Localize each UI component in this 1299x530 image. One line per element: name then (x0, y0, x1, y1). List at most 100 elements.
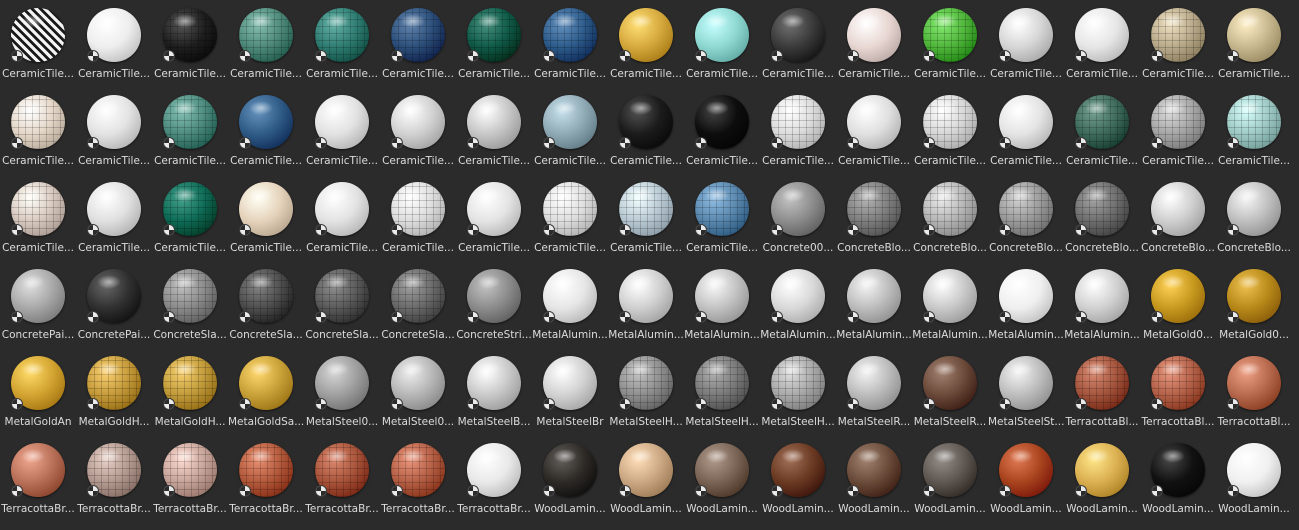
asset-item[interactable]: CeramicTile... (1140, 87, 1216, 173)
asset-item[interactable]: CeramicTile... (836, 87, 912, 173)
asset-item[interactable]: MetalGoldH... (152, 348, 228, 434)
asset-item[interactable]: TerracottaBr... (228, 435, 304, 521)
asset-item[interactable]: MetalGoldAn (0, 348, 76, 434)
asset-item[interactable]: MetalSteelR... (912, 348, 988, 434)
asset-item[interactable]: CeramicTile... (1216, 87, 1292, 173)
asset-item[interactable]: MetalSteelH... (760, 348, 836, 434)
asset-item[interactable]: CeramicTile... (532, 174, 608, 260)
asset-item[interactable]: ConcreteBlo... (988, 174, 1064, 260)
asset-item[interactable]: CeramicTile... (1064, 0, 1140, 86)
asset-item[interactable]: CeramicTile... (684, 0, 760, 86)
asset-item[interactable]: WoodLamin... (1140, 435, 1216, 521)
asset-item[interactable]: ConcreteBlo... (1216, 174, 1292, 260)
asset-item[interactable]: TerracottaBr... (456, 435, 532, 521)
asset-item[interactable]: TerracottaBl... (1064, 348, 1140, 434)
asset-item[interactable]: CeramicTile... (0, 174, 76, 260)
asset-item[interactable]: MetalSteel0... (304, 348, 380, 434)
asset-item[interactable]: CeramicTile... (1216, 0, 1292, 86)
asset-item[interactable]: WoodLamin... (760, 435, 836, 521)
asset-item[interactable]: ConcreteSla... (152, 261, 228, 347)
asset-item[interactable]: MetalAlumin... (1064, 261, 1140, 347)
asset-item[interactable]: CeramicTile... (532, 87, 608, 173)
asset-item[interactable]: CeramicTile... (1140, 0, 1216, 86)
asset-item[interactable]: CeramicTile... (228, 0, 304, 86)
asset-item[interactable]: CeramicTile... (988, 0, 1064, 86)
asset-item[interactable]: WoodLamin... (1064, 435, 1140, 521)
asset-item[interactable]: TerracottaBr... (380, 435, 456, 521)
asset-item[interactable]: WoodLamin... (836, 435, 912, 521)
asset-item[interactable]: CeramicTile... (152, 87, 228, 173)
asset-item[interactable]: TerracottaBr... (152, 435, 228, 521)
asset-item[interactable]: CeramicTile... (456, 174, 532, 260)
asset-item[interactable]: WoodLamin... (684, 435, 760, 521)
asset-item[interactable]: CeramicTile... (456, 87, 532, 173)
asset-item[interactable]: CeramicTile... (380, 0, 456, 86)
asset-item[interactable]: MetalAlumin... (760, 261, 836, 347)
asset-item[interactable]: MetalGold0... (1216, 261, 1292, 347)
asset-item[interactable]: CeramicTile... (912, 87, 988, 173)
asset-item[interactable]: CeramicTile... (380, 87, 456, 173)
asset-item[interactable]: MetalGoldSa... (228, 348, 304, 434)
asset-item[interactable]: MetalSteelR... (836, 348, 912, 434)
asset-item[interactable]: CeramicTile... (836, 0, 912, 86)
asset-item[interactable]: TerracottaBl... (1216, 348, 1292, 434)
asset-item[interactable]: MetalSteelB... (456, 348, 532, 434)
asset-item[interactable]: ConcreteBlo... (912, 174, 988, 260)
asset-item[interactable]: CeramicTile... (760, 0, 836, 86)
asset-item[interactable]: TerracottaBr... (0, 435, 76, 521)
asset-item[interactable]: Concrete00... (760, 174, 836, 260)
asset-item[interactable]: MetalGold0... (1140, 261, 1216, 347)
asset-item[interactable]: CeramicTile... (608, 87, 684, 173)
asset-item[interactable]: MetalAlumin... (836, 261, 912, 347)
asset-item[interactable]: MetalSteel0... (380, 348, 456, 434)
asset-item[interactable]: ConcretePai... (0, 261, 76, 347)
asset-item[interactable]: CeramicTile... (456, 0, 532, 86)
asset-item[interactable]: CeramicTile... (684, 174, 760, 260)
asset-item[interactable]: MetalSteelSt... (988, 348, 1064, 434)
asset-item[interactable]: CeramicTile... (76, 174, 152, 260)
asset-item[interactable]: CeramicTile... (608, 0, 684, 86)
asset-item[interactable]: ConcreteBlo... (836, 174, 912, 260)
asset-item[interactable]: WoodLamin... (608, 435, 684, 521)
asset-item[interactable]: ConcreteBlo... (1064, 174, 1140, 260)
asset-item[interactable]: CeramicTile... (304, 87, 380, 173)
asset-item[interactable]: CeramicTile... (760, 87, 836, 173)
asset-item[interactable]: CeramicTile... (304, 174, 380, 260)
asset-item[interactable]: TerracottaBr... (304, 435, 380, 521)
asset-item[interactable]: MetalAlumin... (912, 261, 988, 347)
asset-item[interactable]: CeramicTile... (532, 0, 608, 86)
asset-item[interactable]: CeramicTile... (304, 0, 380, 86)
asset-item[interactable]: CeramicTile... (0, 87, 76, 173)
asset-item[interactable]: WoodLamin... (912, 435, 988, 521)
asset-item[interactable]: ConcreteSla... (304, 261, 380, 347)
asset-item[interactable]: ConcreteSla... (228, 261, 304, 347)
asset-item[interactable]: CeramicTile... (152, 174, 228, 260)
asset-item[interactable]: WoodLamin... (988, 435, 1064, 521)
asset-item[interactable]: CeramicTile... (912, 0, 988, 86)
asset-item[interactable]: CeramicTile... (228, 174, 304, 260)
asset-item[interactable]: CeramicTile... (988, 87, 1064, 173)
asset-item[interactable]: MetalGoldH... (76, 348, 152, 434)
asset-item[interactable]: MetalAlumin... (684, 261, 760, 347)
asset-item[interactable]: MetalSteelH... (684, 348, 760, 434)
asset-item[interactable]: CeramicTile... (152, 0, 228, 86)
asset-item[interactable]: CeramicTile... (608, 174, 684, 260)
asset-item[interactable]: MetalAlumin... (532, 261, 608, 347)
asset-item[interactable]: CeramicTile... (0, 0, 76, 86)
asset-item[interactable]: MetalAlumin... (988, 261, 1064, 347)
asset-item[interactable]: WoodLamin... (1216, 435, 1292, 521)
asset-item[interactable]: TerracottaBr... (76, 435, 152, 521)
asset-item[interactable]: CeramicTile... (76, 87, 152, 173)
asset-item[interactable]: CeramicTile... (76, 0, 152, 86)
asset-item[interactable]: MetalAlumin... (608, 261, 684, 347)
asset-item[interactable]: CeramicTile... (1064, 87, 1140, 173)
asset-item[interactable]: MetalSteelBr (532, 348, 608, 434)
asset-item[interactable]: ConcreteBlo... (1140, 174, 1216, 260)
asset-item[interactable]: CeramicTile... (380, 174, 456, 260)
asset-item[interactable]: MetalSteelH... (608, 348, 684, 434)
asset-item[interactable]: ConcreteStri... (456, 261, 532, 347)
asset-item[interactable]: CeramicTile... (684, 87, 760, 173)
asset-item[interactable]: ConcretePai... (76, 261, 152, 347)
asset-item[interactable]: WoodLamin... (532, 435, 608, 521)
asset-item[interactable]: TerracottaBl... (1140, 348, 1216, 434)
